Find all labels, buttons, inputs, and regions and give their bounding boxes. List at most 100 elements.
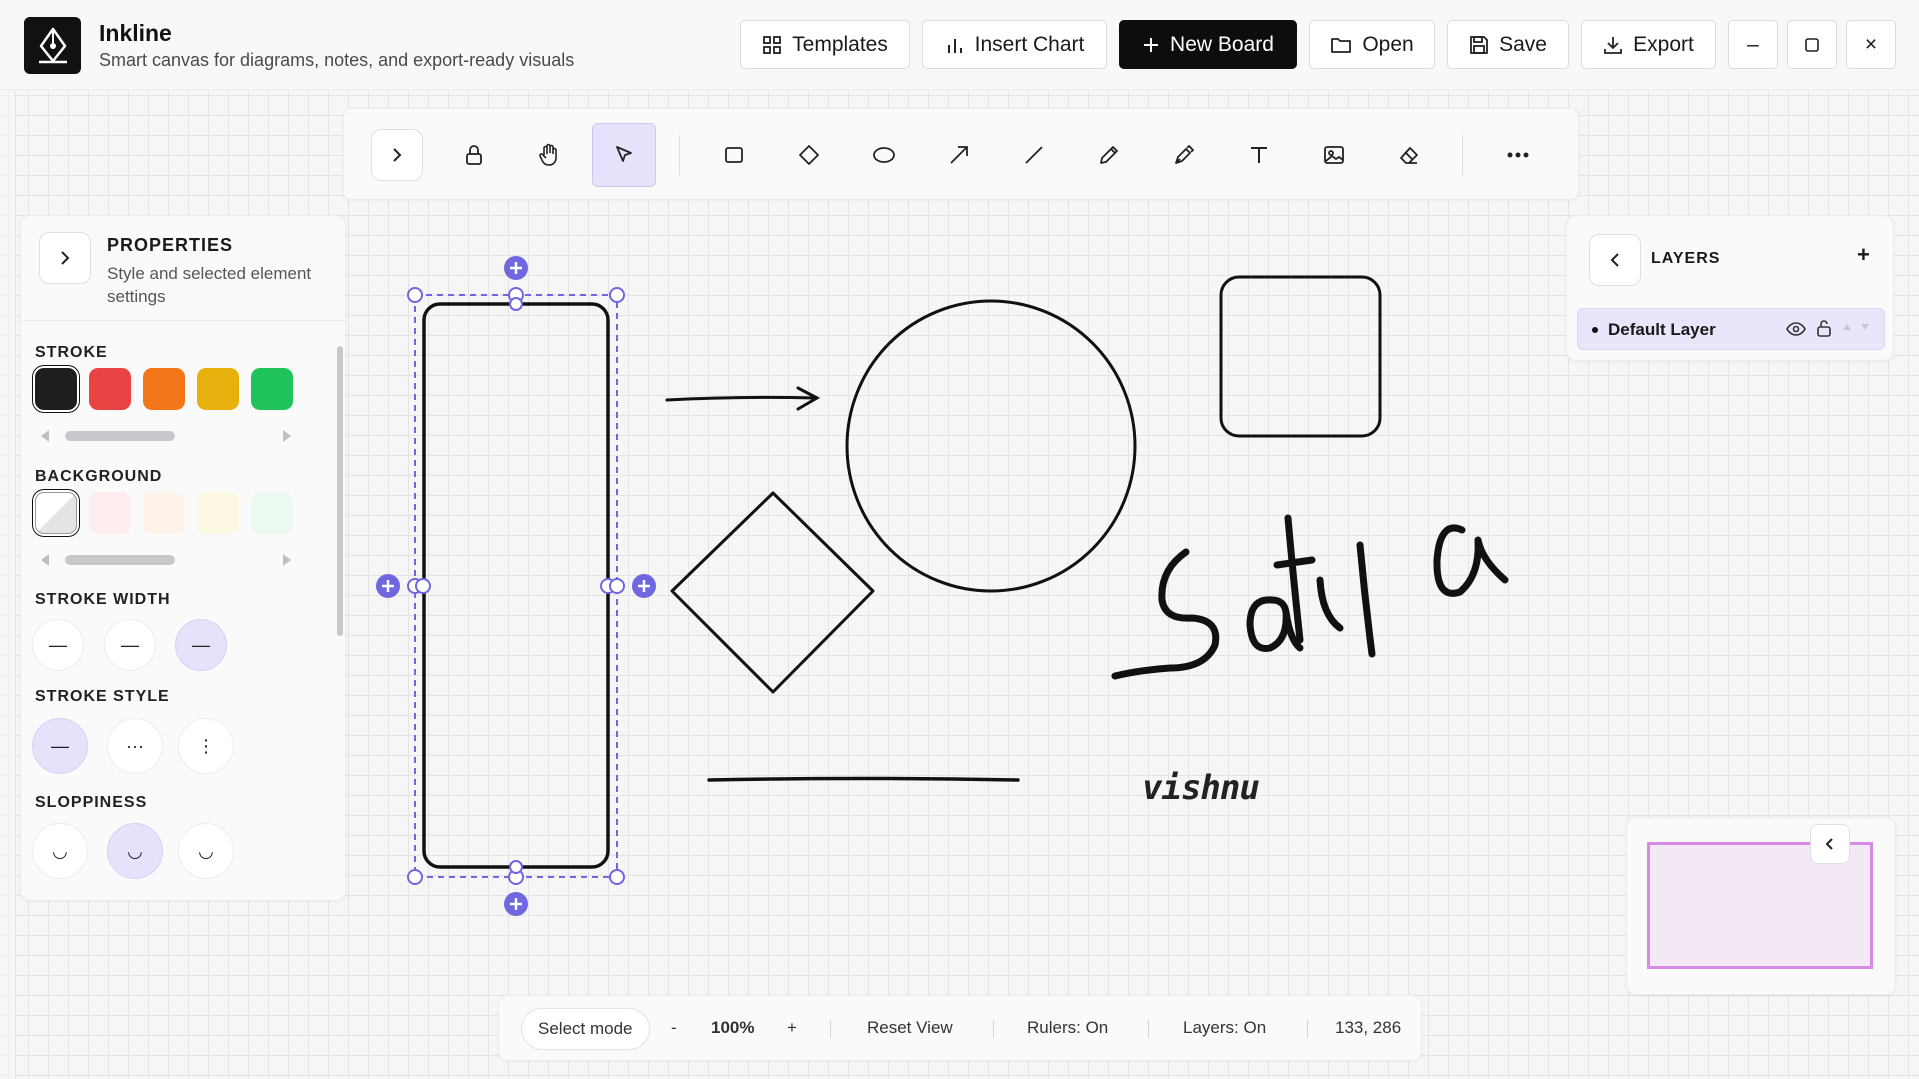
line-shape[interactable] [707,776,1020,782]
ruler-tick: 400 [0,635,1,656]
maximize-button[interactable] [1787,20,1837,69]
stroke-width-medium-glyph: — [121,634,139,655]
text-icon [1251,147,1267,163]
reset-view-button[interactable]: Reset View [867,1018,953,1038]
tool-bar [343,108,1579,200]
handwritten-text[interactable]: vishnu [1142,768,1260,808]
unlock-icon[interactable] [1816,319,1832,337]
stroke-width-thick-glyph: — [192,634,210,655]
layers-title: LAYERS [1651,250,1721,267]
stroke-width-medium[interactable]: — [104,619,156,671]
templates-label: Templates [792,32,888,56]
tool-arrow[interactable] [927,123,991,187]
mode-indicator[interactable]: Select mode [521,1008,650,1050]
export-button[interactable]: Export [1581,20,1716,69]
sloppiness-architect[interactable]: ◡ [32,823,88,879]
properties-scrollbar[interactable] [335,326,345,896]
background-swatch-1[interactable] [35,492,77,534]
open-button[interactable]: Open [1309,20,1435,69]
background-swatch-5[interactable] [251,492,293,534]
zoom-level: 100% [711,1018,755,1037]
folder-icon [1331,37,1352,53]
stroke-swatch-2[interactable] [89,368,131,410]
toolbar-divider [1462,135,1463,175]
stroke-style-dashed-glyph: ⋮ [197,735,215,756]
cursor-coordinates: 133, 286 [1335,1018,1402,1037]
stroke-style-solid[interactable]: — [32,718,88,774]
eye-icon[interactable] [1786,321,1806,337]
layers-collapse-button[interactable] [1589,234,1641,286]
zoom-in-button[interactable]: + [787,1018,797,1038]
tool-more[interactable] [1486,123,1550,187]
properties-subtitle: Style and selected element settings [107,264,312,306]
app-logo [24,17,81,74]
stroke-style-dashed[interactable]: ⋮ [178,718,234,774]
expand-toolbar-button[interactable] [371,129,423,181]
background-swatch-3[interactable] [143,492,185,534]
close-icon: × [1864,32,1878,56]
tool-rectangle[interactable] [702,123,766,187]
save-button[interactable]: Save [1447,20,1569,69]
tool-select[interactable] [592,123,656,187]
arrow-icon [950,146,968,164]
stroke-width-thick[interactable]: — [175,619,227,671]
rectangle-icon [725,147,743,163]
tool-pen[interactable] [1152,123,1216,187]
layer-item[interactable]: Default Layer [1577,308,1885,350]
tool-pencil[interactable] [1077,123,1141,187]
minimap-toggle-button[interactable] [1810,824,1850,864]
sloppiness-cartoonist-glyph: ◡ [198,840,214,861]
stroke-style-solid-glyph: — [51,735,69,756]
tool-image[interactable] [1302,123,1366,187]
move-layer-down-icon[interactable] [1860,323,1870,331]
minimize-button[interactable]: – [1728,20,1778,69]
status-divider [1307,1020,1308,1038]
status-bar: Select mode - 100% + Reset View Rulers: … [498,995,1422,1061]
export-label: Export [1633,32,1694,56]
tool-ellipse[interactable] [852,123,916,187]
add-layer-button[interactable]: + [1857,242,1870,268]
stroke-swatch-5[interactable] [251,368,293,410]
move-layer-up-icon[interactable] [1842,323,1852,331]
background-swatch-4[interactable] [197,492,239,534]
tool-eraser[interactable] [1377,123,1441,187]
download-icon [1604,36,1623,54]
ruler-tick: 500 [0,785,1,806]
stroke-swatch-scrollbar[interactable] [35,428,297,442]
pen-nib-icon [38,27,67,63]
stroke-style-dotted[interactable]: ··· [107,718,163,774]
stroke-width-label: STROKE WIDTH [35,591,171,608]
tool-text[interactable] [1227,123,1291,187]
tool-line[interactable] [1002,123,1066,187]
minimap-panel[interactable] [1626,817,1896,995]
stroke-width-thin-glyph: — [49,634,67,655]
sloppiness-cartoonist[interactable]: ◡ [178,823,234,879]
background-swatch-2[interactable] [89,492,131,534]
sloppiness-artist[interactable]: ◡ [107,823,163,879]
plus-icon [1144,37,1159,52]
stroke-swatch-4[interactable] [197,368,239,410]
ellipse-icon [873,147,895,163]
background-swatch-scrollbar[interactable] [35,552,297,566]
tool-lock[interactable] [442,123,506,187]
tool-diamond[interactable] [777,123,841,187]
sloppiness-label: SLOPPINESS [35,794,148,811]
more-icon [1507,152,1529,158]
properties-collapse-button[interactable] [39,232,91,284]
chevron-right-icon [61,251,70,265]
insert-chart-label: Insert Chart [974,32,1085,56]
sloppiness-artist-glyph: ◡ [127,840,143,861]
vertical-ruler: 100 200 300 400 500 600 [0,91,16,1079]
properties-panel: PROPERTIES Style and selected element se… [20,215,346,901]
stroke-swatch-1[interactable] [35,368,77,410]
close-button[interactable]: × [1846,20,1896,69]
layers-toggle[interactable]: Layers: On [1183,1018,1266,1038]
templates-button[interactable]: Templates [740,20,910,69]
tool-hand[interactable] [517,123,581,187]
stroke-width-thin[interactable]: — [32,619,84,671]
new-board-button[interactable]: New Board [1119,20,1297,69]
rulers-toggle[interactable]: Rulers: On [1027,1018,1108,1038]
insert-chart-button[interactable]: Insert Chart [922,20,1107,69]
stroke-swatch-3[interactable] [143,368,185,410]
zoom-out-button[interactable]: - [671,1018,677,1038]
